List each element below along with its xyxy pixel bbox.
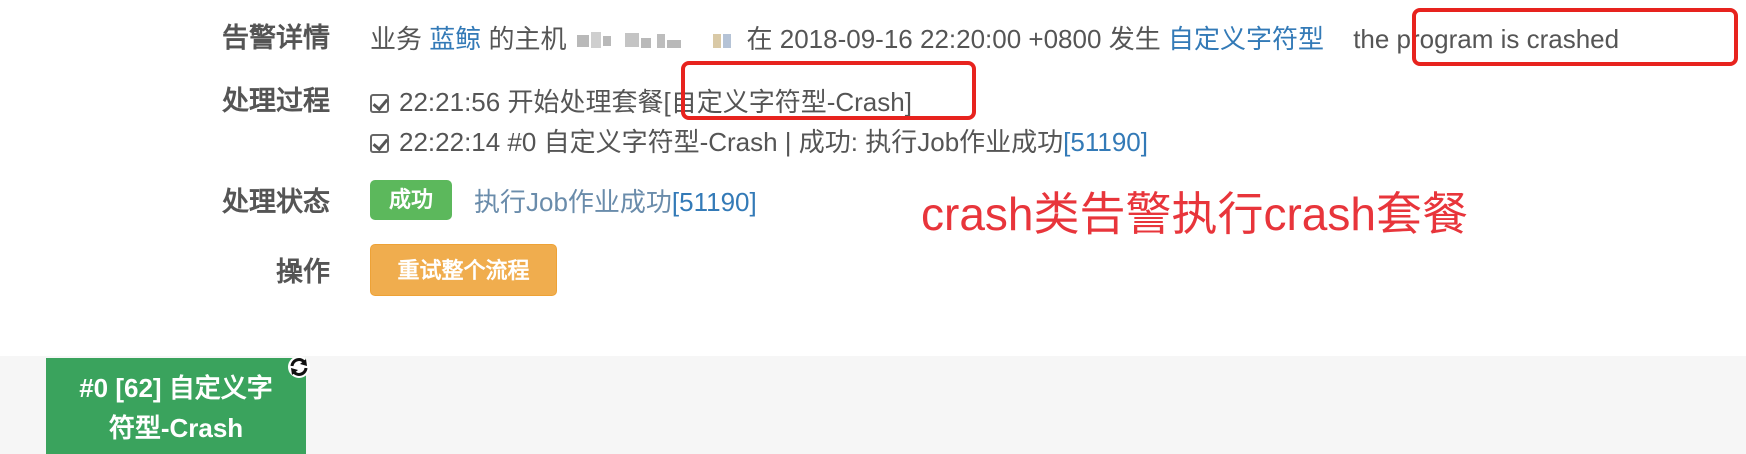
host-text: 的主机 <box>488 24 567 54</box>
step2-job-link[interactable]: [51190] <box>1063 127 1148 157</box>
status-text-link[interactable]: 执行Job作业成功 <box>474 187 672 217</box>
status-row: 执行Job作业成功[51190] <box>474 182 757 219</box>
message-highlight-box <box>1412 8 1738 66</box>
step1-text: 开始处理套餐 <box>507 87 664 117</box>
refresh-icon[interactable] <box>287 355 311 379</box>
annotation-text: crash类告警执行crash套餐 <box>921 188 1468 240</box>
step2-text: 22:22:14 #0 自定义字符型-Crash | 成功: 执行Job作业成功 <box>399 127 1064 157</box>
flow-node[interactable]: #0 [62] 自定义字 符型-Crash <box>46 358 306 454</box>
at-text: 在 <box>746 24 773 54</box>
status-badge: 成功 <box>370 180 452 220</box>
alert-type-link[interactable]: 自定义字符型 <box>1168 24 1324 54</box>
process-label: 处理过程 <box>222 86 330 116</box>
alert-detail-label: 告警详情 <box>222 23 330 53</box>
package-highlight-box <box>681 61 976 120</box>
process-step-2: 22:22:14 #0 自定义字符型-Crash | 成功: 执行Job作业成功… <box>370 122 1148 159</box>
flow-node-line-2: 符型-Crash <box>108 413 244 443</box>
action-label: 操作 <box>276 257 330 287</box>
step1-time: 22:21:56 <box>399 87 501 117</box>
check-icon <box>370 134 389 153</box>
alert-time: 2018-09-16 22:20:00 +0800 <box>779 24 1102 54</box>
business-link[interactable]: 蓝鲸 <box>429 24 481 54</box>
occurred-text: 发生 <box>1108 24 1161 54</box>
status-job-link[interactable]: [51190] <box>672 187 757 217</box>
redacted-host <box>576 30 737 52</box>
status-label: 处理状态 <box>222 187 330 217</box>
alert-prefix: 业务 <box>370 24 423 54</box>
retry-flow-button[interactable]: 重试整个流程 <box>370 244 557 296</box>
flow-node-line-1: #0 [62] 自定义字 <box>79 373 273 403</box>
check-icon <box>370 94 389 113</box>
